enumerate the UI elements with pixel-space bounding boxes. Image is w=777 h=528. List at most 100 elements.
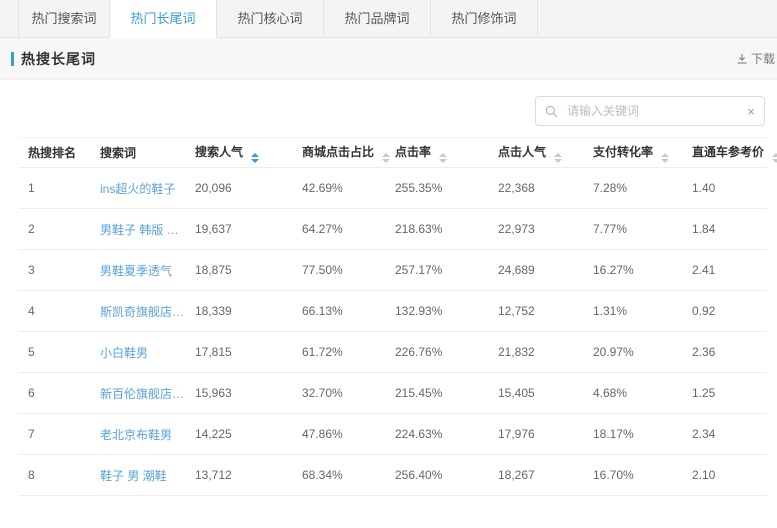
- column-label: 搜索人气: [195, 145, 243, 159]
- keyword-link[interactable]: 老北京布鞋男: [90, 414, 185, 455]
- mall-click-ratio-cell: 64.27%: [292, 209, 385, 250]
- sort-icon[interactable]: [661, 153, 669, 163]
- click-popularity-cell: 12,752: [488, 291, 583, 332]
- click-popularity-cell: 17,976: [488, 414, 583, 455]
- sort-icon[interactable]: [554, 153, 562, 163]
- search-popularity-cell: 20,096: [185, 168, 292, 209]
- click-rate-cell: 257.17%: [385, 250, 488, 291]
- download-label: 下载: [751, 50, 775, 67]
- pay-conversion-cell: 16.70%: [583, 455, 682, 496]
- click-rate-cell: 226.76%: [385, 332, 488, 373]
- search-popularity-cell: 15,963: [185, 373, 292, 414]
- ztc-price-cell: 2.41: [682, 250, 767, 291]
- section-header: 热搜长尾词 下载: [0, 38, 777, 80]
- table-row: 5 小白鞋男 17,815 61.72% 226.76% 21,832 20.9…: [18, 332, 767, 373]
- keyword-link[interactable]: 斯凯奇旗舰店官方旗舰: [90, 291, 185, 332]
- tab-item[interactable]: 热门长尾词: [110, 0, 217, 38]
- search-icon: [545, 105, 558, 118]
- column-header[interactable]: 支付转化率: [583, 138, 682, 168]
- click-popularity-cell: 22,973: [488, 209, 583, 250]
- search-box: ×: [535, 96, 765, 126]
- click-rate-cell: 256.40%: [385, 455, 488, 496]
- keyword-link[interactable]: 鞋子 男 潮鞋: [90, 455, 185, 496]
- click-rate-cell: 215.45%: [385, 373, 488, 414]
- column-header[interactable]: 点击人气: [488, 138, 583, 168]
- search-row: ×: [0, 80, 777, 137]
- sort-icon[interactable]: [439, 153, 447, 163]
- column-header[interactable]: 商城点击占比: [292, 138, 385, 168]
- rank-cell: 5: [18, 332, 90, 373]
- column-label: 商城点击占比: [302, 145, 374, 159]
- keyword-link[interactable]: 小白鞋男: [90, 332, 185, 373]
- mall-click-ratio-cell: 77.50%: [292, 250, 385, 291]
- sort-icon[interactable]: [251, 153, 259, 163]
- ztc-price-cell: 1.40: [682, 168, 767, 209]
- table-header-row: 热搜排名 搜索词 搜索人气 商城点击占比 点击率 点击人气 支付转化率 直通车参…: [18, 138, 767, 168]
- column-header: 热搜排名: [18, 138, 90, 168]
- keyword-link[interactable]: 男鞋夏季透气: [90, 250, 185, 291]
- column-label: 点击人气: [498, 145, 546, 159]
- rank-cell: 6: [18, 373, 90, 414]
- click-popularity-cell: 24,689: [488, 250, 583, 291]
- column-label: 热搜排名: [28, 146, 76, 160]
- click-rate-cell: 218.63%: [385, 209, 488, 250]
- ztc-price-cell: 2.36: [682, 332, 767, 373]
- pay-conversion-cell: 16.27%: [583, 250, 682, 291]
- table-row: 7 老北京布鞋男 14,225 47.86% 224.63% 17,976 18…: [18, 414, 767, 455]
- pay-conversion-cell: 7.77%: [583, 209, 682, 250]
- column-header[interactable]: 搜索人气: [185, 138, 292, 168]
- mall-click-ratio-cell: 32.70%: [292, 373, 385, 414]
- click-rate-cell: 224.63%: [385, 414, 488, 455]
- tab-item[interactable]: 热门搜索词: [18, 0, 110, 37]
- rank-cell: 3: [18, 250, 90, 291]
- ztc-price-cell: 0.92: [682, 291, 767, 332]
- column-header[interactable]: 直通车参考价: [682, 138, 767, 168]
- hot-keywords-table: 热搜排名 搜索词 搜索人气 商城点击占比 点击率 点击人气 支付转化率 直通车参…: [18, 137, 767, 496]
- table-body: 1 ins超火的鞋子 20,096 42.69% 255.35% 22,368 …: [18, 168, 767, 496]
- page-title: 热搜长尾词: [21, 49, 96, 69]
- column-label: 直通车参考价: [692, 145, 764, 159]
- ztc-price-cell: 2.10: [682, 455, 767, 496]
- table-row: 8 鞋子 男 潮鞋 13,712 68.34% 256.40% 18,267 1…: [18, 455, 767, 496]
- ztc-price-cell: 2.34: [682, 414, 767, 455]
- column-header: 搜索词: [90, 138, 185, 168]
- click-popularity-cell: 18,267: [488, 455, 583, 496]
- sort-icon[interactable]: [772, 153, 777, 163]
- tab-item[interactable]: 热门品牌词: [324, 0, 431, 37]
- tab-item[interactable]: 热门修饰词: [431, 0, 538, 37]
- keyword-search-input[interactable]: [565, 103, 743, 119]
- keyword-link[interactable]: 新百伦旗舰店官方正品: [90, 373, 185, 414]
- download-icon: [736, 53, 748, 65]
- keyword-link[interactable]: 男鞋子 韩版 潮流 英...: [90, 209, 185, 250]
- table-row: 3 男鞋夏季透气 18,875 77.50% 257.17% 24,689 16…: [18, 250, 767, 291]
- tab-bar: 热门搜索词热门长尾词热门核心词热门品牌词热门修饰词: [0, 0, 777, 38]
- tab-item[interactable]: 热门核心词: [217, 0, 324, 37]
- mall-click-ratio-cell: 47.86%: [292, 414, 385, 455]
- search-popularity-cell: 14,225: [185, 414, 292, 455]
- click-popularity-cell: 15,405: [488, 373, 583, 414]
- pay-conversion-cell: 4.68%: [583, 373, 682, 414]
- mall-click-ratio-cell: 61.72%: [292, 332, 385, 373]
- search-popularity-cell: 18,339: [185, 291, 292, 332]
- mall-click-ratio-cell: 68.34%: [292, 455, 385, 496]
- click-popularity-cell: 21,832: [488, 332, 583, 373]
- search-popularity-cell: 19,637: [185, 209, 292, 250]
- rank-cell: 8: [18, 455, 90, 496]
- column-header[interactable]: 点击率: [385, 138, 488, 168]
- pay-conversion-cell: 1.31%: [583, 291, 682, 332]
- search-popularity-cell: 17,815: [185, 332, 292, 373]
- pay-conversion-cell: 20.97%: [583, 332, 682, 373]
- keyword-link[interactable]: ins超火的鞋子: [90, 168, 185, 209]
- rank-cell: 7: [18, 414, 90, 455]
- mall-click-ratio-cell: 66.13%: [292, 291, 385, 332]
- search-popularity-cell: 13,712: [185, 455, 292, 496]
- table-row: 2 男鞋子 韩版 潮流 英... 19,637 64.27% 218.63% 2…: [18, 209, 767, 250]
- clear-icon[interactable]: ×: [743, 105, 755, 118]
- download-button[interactable]: 下载: [736, 50, 775, 67]
- click-popularity-cell: 22,368: [488, 168, 583, 209]
- column-label: 点击率: [395, 145, 431, 159]
- table-row: 6 新百伦旗舰店官方正品 15,963 32.70% 215.45% 15,40…: [18, 373, 767, 414]
- search-popularity-cell: 18,875: [185, 250, 292, 291]
- sort-icon[interactable]: [382, 153, 390, 163]
- column-label: 支付转化率: [593, 145, 653, 159]
